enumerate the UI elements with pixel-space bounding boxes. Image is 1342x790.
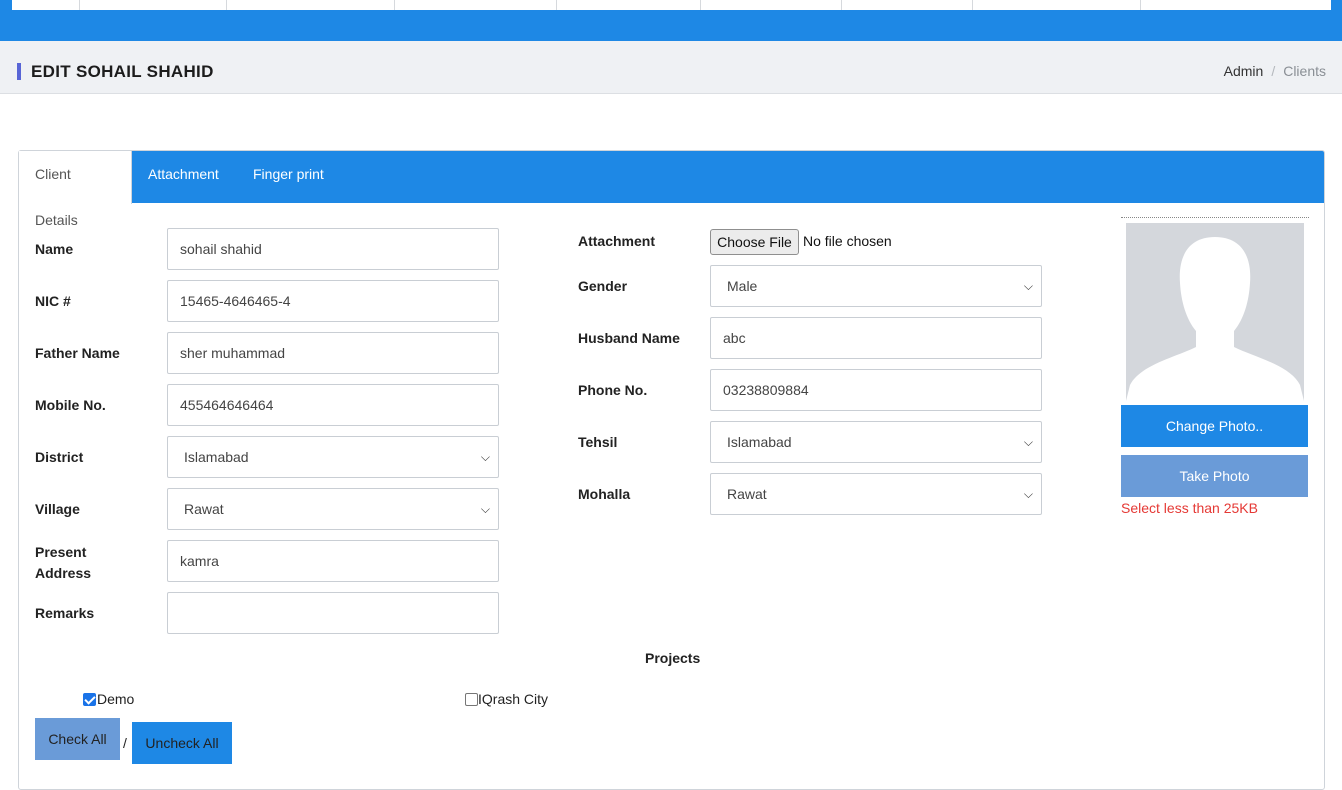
village-select[interactable]: Rawat ⌵ (167, 488, 499, 530)
gender-select[interactable]: Male ⌵ (710, 265, 1042, 307)
breadcrumb-admin[interactable]: Admin (1224, 63, 1264, 79)
tehsil-label: Tehsil (578, 434, 618, 450)
tehsil-select[interactable]: Islamabad ⌵ (710, 421, 1042, 463)
page-title: EDIT SOHAIL SHAHID (31, 62, 214, 81)
tab-finger-print[interactable]: Finger print (237, 151, 340, 203)
tab-bar: Client Details Attachment Finger print (19, 151, 1324, 228)
gender-label: Gender (578, 278, 628, 294)
mohalla-select[interactable]: Rawat ⌵ (710, 473, 1042, 515)
district-select[interactable]: Islamabad ⌵ (167, 436, 499, 478)
page-header: EDIT SOHAIL SHAHID Admin / Clients (0, 41, 1342, 94)
top-nav-item[interactable] (80, 0, 227, 10)
photo-size-warning: Select less than 25KB (1121, 500, 1258, 516)
name-label: Name (35, 241, 74, 257)
breadcrumb-clients: Clients (1283, 63, 1326, 79)
attachment-label: Attachment (578, 233, 656, 249)
check-all-button[interactable]: Check All (35, 718, 120, 760)
remarks-input[interactable] (167, 592, 499, 634)
project-iqrash-checkbox[interactable] (465, 693, 478, 706)
top-nav-item[interactable] (842, 0, 973, 10)
tab-client-details[interactable]: Client Details (19, 151, 132, 228)
top-nav-item[interactable] (557, 0, 701, 10)
top-nav-item[interactable] (973, 0, 1141, 10)
tehsil-value: Islamabad (727, 434, 792, 450)
button-separator: / (123, 735, 127, 751)
top-nav-item[interactable] (227, 0, 395, 10)
present-address-label: Present Address (35, 544, 92, 581)
remarks-label: Remarks (35, 605, 95, 621)
title-accent-bar (17, 63, 21, 80)
top-nav-item[interactable] (701, 0, 842, 10)
village-label: Village (35, 501, 80, 517)
nic-label: NIC # (35, 293, 71, 309)
chevron-down-icon: ⌵ (480, 450, 490, 464)
project-iqrash-label: IQrash City (478, 691, 549, 707)
take-photo-button[interactable]: Take Photo (1121, 455, 1308, 497)
mohalla-label: Mohalla (578, 486, 631, 502)
name-input[interactable]: sohail shahid (167, 228, 499, 270)
chevron-down-icon: ⌵ (1023, 279, 1033, 293)
avatar-placeholder-icon (1126, 223, 1304, 401)
mohalla-value: Rawat (727, 486, 767, 502)
top-nav-strip (12, 0, 1331, 10)
project-demo-checkbox[interactable] (83, 693, 96, 706)
phone-input[interactable]: 03238809884 (710, 369, 1042, 411)
projects-title: Projects (645, 650, 701, 666)
top-navbar (0, 0, 1342, 41)
husband-name-label: Husband Name (578, 330, 680, 346)
father-name-input[interactable]: sher muhammad (167, 332, 499, 374)
mobile-input[interactable]: 455464646464 (167, 384, 499, 426)
village-value: Rawat (184, 501, 224, 517)
chevron-down-icon: ⌵ (1023, 487, 1033, 501)
father-name-label: Father Name (35, 345, 120, 361)
client-edit-card: Client Details Attachment Finger print N… (18, 150, 1325, 790)
breadcrumb: Admin / Clients (1224, 63, 1326, 79)
file-status: No file chosen (803, 233, 892, 249)
uncheck-all-button[interactable]: Uncheck All (132, 722, 232, 764)
change-photo-button[interactable]: Change Photo.. (1121, 405, 1308, 447)
breadcrumb-separator: / (1271, 63, 1276, 79)
district-value: Islamabad (184, 449, 249, 465)
present-address-input[interactable]: kamra (167, 540, 499, 582)
mobile-label: Mobile No. (35, 397, 106, 413)
choose-file-button[interactable]: Choose File (710, 229, 799, 255)
chevron-down-icon: ⌵ (1023, 435, 1033, 449)
gender-value: Male (727, 278, 758, 294)
nic-input[interactable]: 15465-4646465-4 (167, 280, 499, 322)
chevron-down-icon: ⌵ (480, 502, 490, 516)
project-demo-label: Demo (97, 691, 135, 707)
district-label: District (35, 449, 84, 465)
husband-name-input[interactable]: abc (710, 317, 1042, 359)
phone-label: Phone No. (578, 382, 648, 398)
top-nav-item[interactable] (395, 0, 557, 10)
top-nav-item[interactable] (1141, 0, 1331, 10)
top-nav-item[interactable] (12, 0, 80, 10)
tab-attachment[interactable]: Attachment (132, 151, 235, 203)
